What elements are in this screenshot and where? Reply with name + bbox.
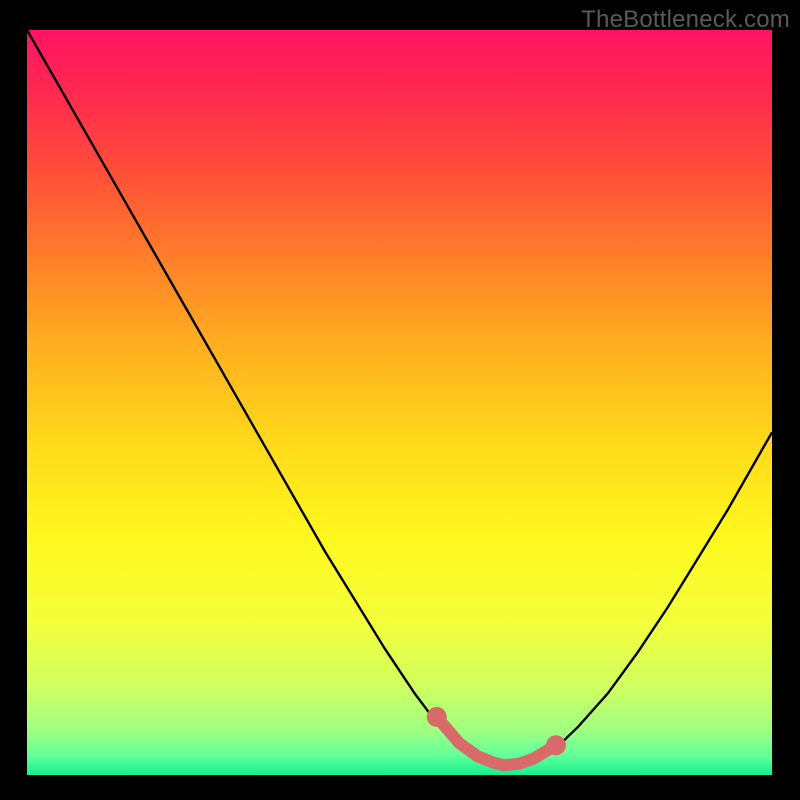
plot-background xyxy=(27,30,772,775)
optimal-band-end-cap xyxy=(546,735,566,755)
optimal-band-start-cap xyxy=(427,707,447,727)
bottleneck-chart-svg xyxy=(0,0,800,800)
watermark-text: TheBottleneck.com xyxy=(581,6,790,34)
chart-frame: TheBottleneck.com xyxy=(0,0,800,800)
